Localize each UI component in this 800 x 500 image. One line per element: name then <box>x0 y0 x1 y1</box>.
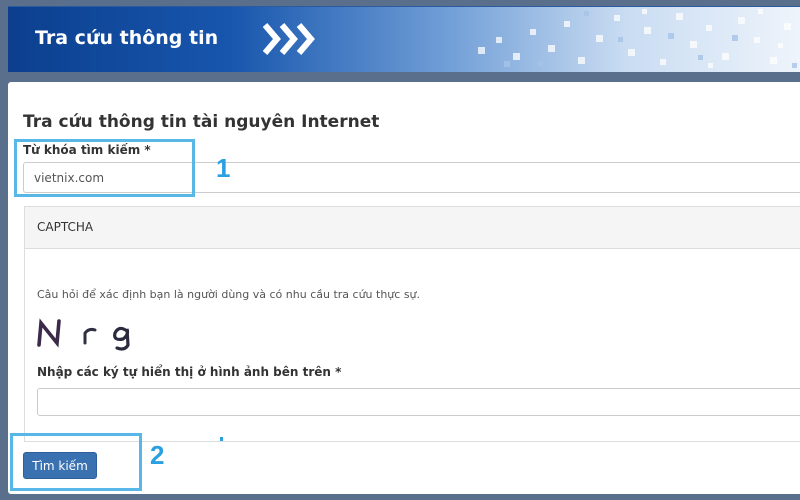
annotation-number-2: 2 <box>150 440 165 470</box>
captcha-image <box>37 318 130 351</box>
chevrons-icon <box>262 23 315 55</box>
captcha-input[interactable] <box>37 388 800 416</box>
captcha-text <box>37 318 130 351</box>
annotation-dot <box>220 437 223 441</box>
banner-pixel-pattern <box>478 9 797 68</box>
annotation-number-1: 1 <box>216 153 231 183</box>
annotation-box-2 <box>10 433 142 491</box>
captcha-panel: CAPTCHA Câu hỏi để xác định bạn là người… <box>24 206 800 442</box>
captcha-header: CAPTCHA <box>25 207 800 249</box>
banner-title: Tra cứu thông tin <box>35 27 219 49</box>
page-title: Tra cứu thông tin tài nguyên Internet <box>23 112 380 132</box>
captcha-question: Câu hỏi để xác định bạn là người dùng và… <box>37 288 421 301</box>
annotation-box-1 <box>14 139 195 197</box>
captcha-input-label: Nhập các ký tự hiển thị ở hình ảnh bên t… <box>37 365 342 379</box>
header-banner: Tra cứu thông tin <box>8 6 800 72</box>
